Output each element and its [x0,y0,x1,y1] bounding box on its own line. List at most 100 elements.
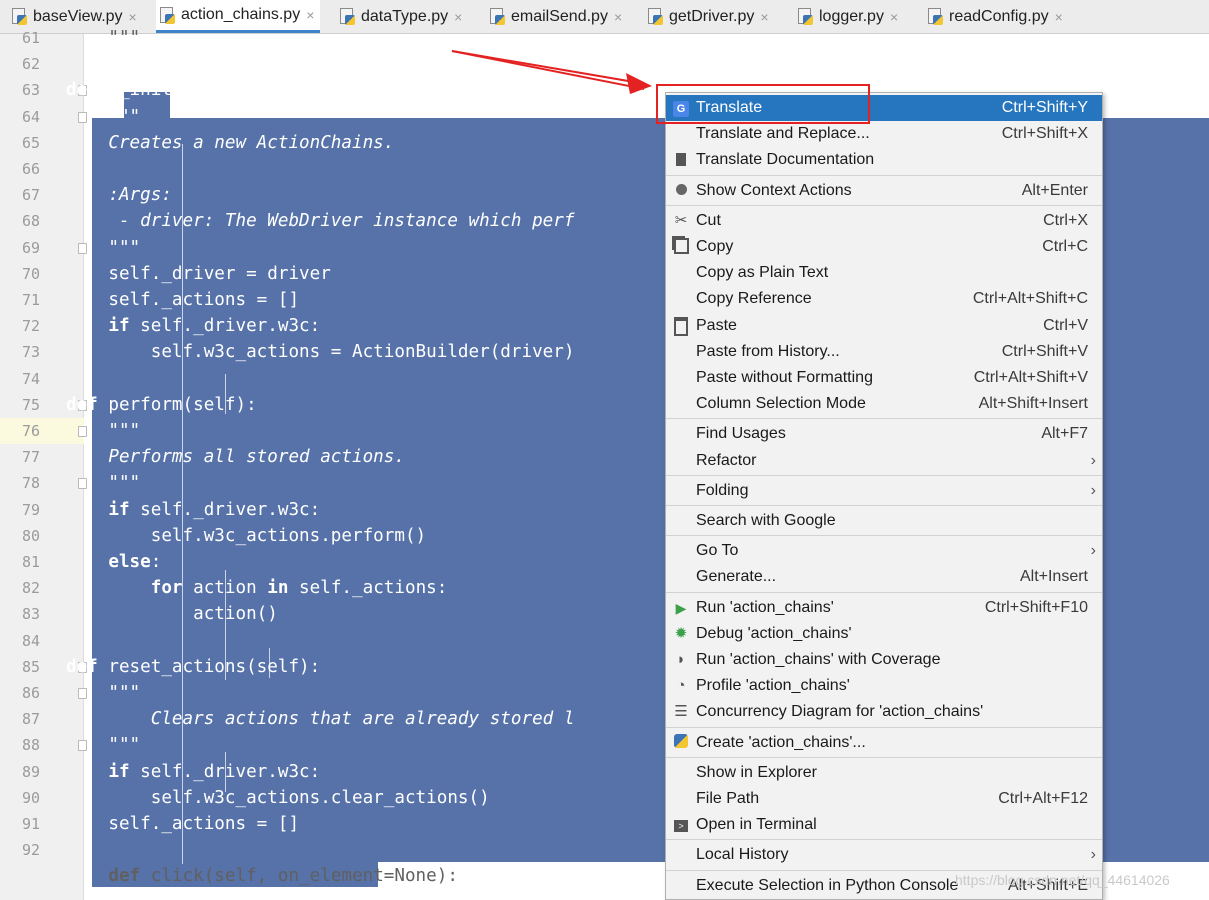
menu-item-run-action-chains[interactable]: ▶ Run 'action_chains' Ctrl+Shift+F10 [666,595,1102,621]
menu-item-find-usages[interactable]: Find Usages Alt+F7 [666,421,1102,447]
line-number: 78 [21,474,40,493]
line-number: 88 [21,736,40,755]
menu-item-create-action-chains[interactable]: Create 'action_chains'... [666,730,1102,756]
line-number: 83 [21,605,40,624]
chevron-right-icon: › [1090,481,1096,499]
menu-item-shortcut: Ctrl+V [1043,316,1088,334]
close-icon[interactable]: × [129,9,137,25]
menu-item-folding[interactable]: Folding › [666,478,1102,504]
close-icon[interactable]: × [890,9,898,25]
menu-item-label: Copy [696,238,734,255]
menu-item-copy-as-plain-text[interactable]: Copy as Plain Text [666,260,1102,286]
close-icon[interactable]: × [1055,9,1063,25]
menu-item-file-path[interactable]: File Path Ctrl+Alt+F12 [666,786,1102,812]
menu-item-label: Column Selection Mode [696,395,866,413]
code-line: """ [66,421,141,441]
code-line: self.w3c_actions.perform() [66,525,427,546]
menu-item-label: Refactor [696,451,757,469]
bug-icon: ✹ [674,624,688,642]
menu-item-search-with-google[interactable]: Search with Google [666,508,1102,534]
line-number: 76 [21,422,40,440]
menu-item-paste-without-formatting[interactable]: Paste without Formatting Ctrl+Alt+Shift+V [666,365,1102,391]
line-number: 70 [21,264,40,283]
menu-item-local-history[interactable]: Local History › [666,842,1102,868]
code-line: if self._driver.w3c: [108,761,321,782]
menu-separator [666,505,1102,506]
menu-item-cut[interactable]: ✂ Cut Ctrl+X [666,208,1102,234]
line-number: 79 [21,500,40,519]
line-number: 74 [21,369,40,388]
menu-item-debug-action-chains[interactable]: ✹ Debug 'action_chains' [666,621,1102,647]
close-icon[interactable]: × [306,7,314,23]
menu-item-label: File Path [696,790,760,807]
code-line: def __init__(self, driver): [66,80,352,101]
close-icon[interactable]: × [614,9,622,25]
code-line: self._actions = [] [66,814,300,834]
scissors-icon: ✂ [674,211,688,229]
menu-item-shortcut: Ctrl+Shift+F10 [984,598,1088,616]
line-number: 63 [21,81,40,100]
menu-item-column-selection-mode[interactable]: Column Selection Mode Alt+Shift+Insert [666,391,1102,417]
menu-item-copy-reference[interactable]: Copy Reference Ctrl+Alt+Shift+C [666,286,1102,312]
menu-item-shortcut: Alt+Enter [1021,181,1088,199]
menu-separator [666,535,1102,537]
close-icon[interactable]: × [454,9,462,25]
menu-item-label: Local History [696,846,789,864]
menu-item-show-context-actions[interactable]: Show Context Actions Alt+Enter [666,178,1102,204]
menu-item-label: Create 'action_chains'... [696,733,866,751]
menu-item-shortcut: Ctrl+X [1043,211,1088,229]
menu-item-label: Copy Reference [696,290,812,308]
code-line: :Args: [66,185,172,206]
line-number: 80 [21,526,40,545]
tab-readConfig[interactable]: readConfig.py × [924,0,1069,33]
line-number: 67 [21,186,40,205]
code-line: Performs all stored actions. [66,447,405,468]
menu-item-paste[interactable]: Paste Ctrl+V [666,313,1102,339]
menu-item-label: Concurrency Diagram for 'action_chains' [696,703,984,721]
menu-item-paste-from-history[interactable]: Paste from History... Ctrl+Shift+V [666,339,1102,365]
code-line: """ [66,473,141,494]
tab-action-chains[interactable]: action_chains.py × [156,0,321,33]
menu-item-shortcut: Ctrl+Shift+Y [1001,99,1088,116]
menu-separator [666,869,1102,871]
line-number: 68 [21,212,40,231]
tab-emailSend[interactable]: emailSend.py × [486,0,628,33]
python-file-icon [798,8,813,25]
menu-separator [666,174,1102,176]
menu-item-label: Cut [696,211,721,229]
menu-item-shortcut: Ctrl+Alt+Shift+C [972,290,1088,308]
menu-item-generate[interactable]: Generate... Alt+Insert [666,564,1102,590]
line-number: 75 [21,395,40,414]
menu-separator [666,204,1102,206]
code-line: """ [66,28,141,48]
tab-dataType[interactable]: dataType.py × [336,0,468,33]
line-number: 89 [21,762,40,781]
menu-item-run-action-chains-with-coverage[interactable]: ◗ Run 'action_chains' with Coverage [666,647,1102,673]
menu-item-concurrency-diagram-for-action-chains[interactable]: ☰ Concurrency Diagram for 'action_chains' [666,699,1102,725]
tab-label: readConfig.py [949,7,1049,25]
menu-item-refactor[interactable]: Refactor › [666,448,1102,474]
menu-item-label: Folding [696,481,749,499]
menu-item-label: Profile 'action_chains' [696,677,850,695]
python-file-icon [340,8,355,25]
coverage-icon: ◗ [676,651,686,668]
menu-item-show-in-explorer[interactable]: Show in Explorer [666,760,1102,786]
close-icon[interactable]: × [760,9,768,25]
menu-item-open-in-terminal[interactable]: > Open in Terminal [666,812,1102,838]
menu-item-copy[interactable]: Copy Ctrl+C [666,234,1102,260]
menu-item-go-to[interactable]: Go To › [666,538,1102,564]
menu-item-label: Find Usages [696,425,786,443]
tab-getDriver[interactable]: getDriver.py × [644,0,775,33]
line-number: 69 [21,238,40,257]
python-icon [672,733,690,752]
concurrency-icon: ☰ [674,703,688,721]
tab-logger[interactable]: logger.py × [794,0,904,33]
menu-item-shortcut: Ctrl+C [1042,238,1088,255]
terminal-icon: > [672,816,690,834]
menu-separator [666,839,1102,841]
menu-item-profile-action-chains[interactable]: ◔ Profile 'action_chains' [666,673,1102,699]
menu-item-label: Run 'action_chains' with Coverage [696,651,941,668]
menu-item-shortcut: Alt+F7 [1041,425,1088,443]
menu-item-translate-and-replace[interactable]: Translate and Replace... Ctrl+Shift+X [666,121,1102,147]
menu-item-translate-documentation[interactable]: Translate Documentation [666,147,1102,173]
